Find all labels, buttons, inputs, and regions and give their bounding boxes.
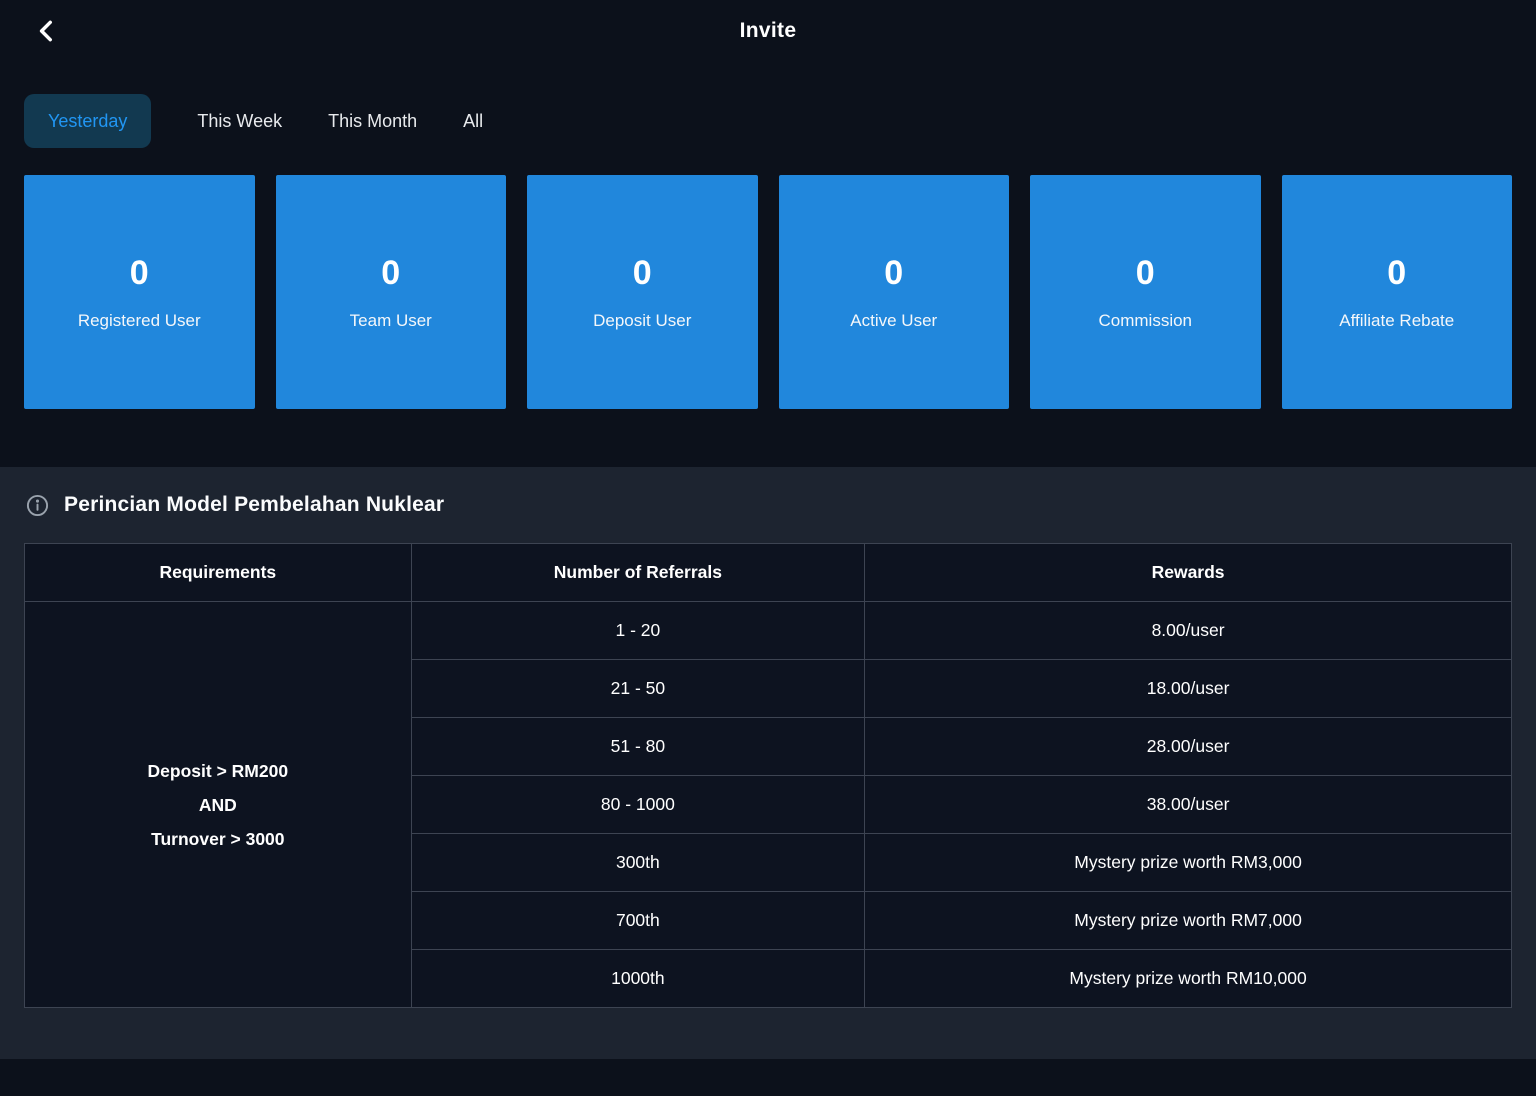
info-icon (26, 494, 49, 517)
stat-card-affiliate-rebate: 0 Affiliate Rebate (1282, 175, 1513, 409)
header-rewards: Rewards (865, 544, 1512, 602)
tab-this-week[interactable]: This Week (197, 98, 282, 144)
tab-yesterday[interactable]: Yesterday (24, 94, 151, 148)
stat-label: Affiliate Rebate (1339, 311, 1454, 331)
reward-cell: Mystery prize worth RM10,000 (865, 950, 1512, 1008)
header-requirements: Requirements (25, 544, 412, 602)
reward-cell: 38.00/user (865, 776, 1512, 834)
reward-cell: 28.00/user (865, 718, 1512, 776)
referrals-cell: 1 - 20 (411, 602, 865, 660)
stat-value: 0 (1136, 254, 1155, 293)
stats-row: 0 Registered User 0 Team User 0 Deposit … (0, 148, 1536, 409)
rewards-table: Requirements Number of Referrals Rewards… (24, 543, 1512, 1008)
tab-all[interactable]: All (463, 98, 483, 144)
header: Invite (0, 0, 1536, 62)
section-title: Perincian Model Pembelahan Nuklear (64, 493, 444, 517)
tab-this-month[interactable]: This Month (328, 98, 417, 144)
stat-value: 0 (381, 254, 400, 293)
requirement-line: AND (25, 788, 411, 822)
referrals-cell: 21 - 50 (411, 660, 865, 718)
stat-card-registered-user: 0 Registered User (24, 175, 255, 409)
referrals-cell: 51 - 80 (411, 718, 865, 776)
tab-bar: Yesterday This Week This Month All (0, 62, 1536, 148)
stat-value: 0 (1387, 254, 1406, 293)
stat-label: Registered User (78, 311, 201, 331)
stat-label: Team User (350, 311, 432, 331)
reward-cell: Mystery prize worth RM7,000 (865, 892, 1512, 950)
requirements-cell: Deposit > RM200 AND Turnover > 3000 (25, 602, 412, 1008)
stat-label: Deposit User (593, 311, 691, 331)
reward-cell: Mystery prize worth RM3,000 (865, 834, 1512, 892)
table-header-row: Requirements Number of Referrals Rewards (25, 544, 1512, 602)
panel-heading: Perincian Model Pembelahan Nuklear (26, 493, 1512, 517)
reward-cell: 8.00/user (865, 602, 1512, 660)
reward-cell: 18.00/user (865, 660, 1512, 718)
referrals-cell: 80 - 1000 (411, 776, 865, 834)
stat-label: Active User (850, 311, 937, 331)
back-button[interactable] (28, 12, 66, 50)
stat-value: 0 (633, 254, 652, 293)
referrals-cell: 1000th (411, 950, 865, 1008)
stat-label: Commission (1098, 311, 1192, 331)
stat-card-deposit-user: 0 Deposit User (527, 175, 758, 409)
table-row: Deposit > RM200 AND Turnover > 3000 1 - … (25, 602, 1512, 660)
stat-card-team-user: 0 Team User (276, 175, 507, 409)
referrals-cell: 700th (411, 892, 865, 950)
referral-model-panel: Perincian Model Pembelahan Nuklear Requi… (0, 467, 1536, 1059)
page-title: Invite (740, 19, 797, 43)
stat-card-commission: 0 Commission (1030, 175, 1261, 409)
invite-page: Invite Yesterday This Week This Month Al… (0, 0, 1536, 1059)
referrals-cell: 300th (411, 834, 865, 892)
requirement-line: Deposit > RM200 (25, 754, 411, 788)
stat-value: 0 (884, 254, 903, 293)
stat-card-active-user: 0 Active User (779, 175, 1010, 409)
chevron-left-icon (34, 18, 60, 44)
header-number-of-referrals: Number of Referrals (411, 544, 865, 602)
requirement-line: Turnover > 3000 (25, 822, 411, 856)
stat-value: 0 (130, 254, 149, 293)
